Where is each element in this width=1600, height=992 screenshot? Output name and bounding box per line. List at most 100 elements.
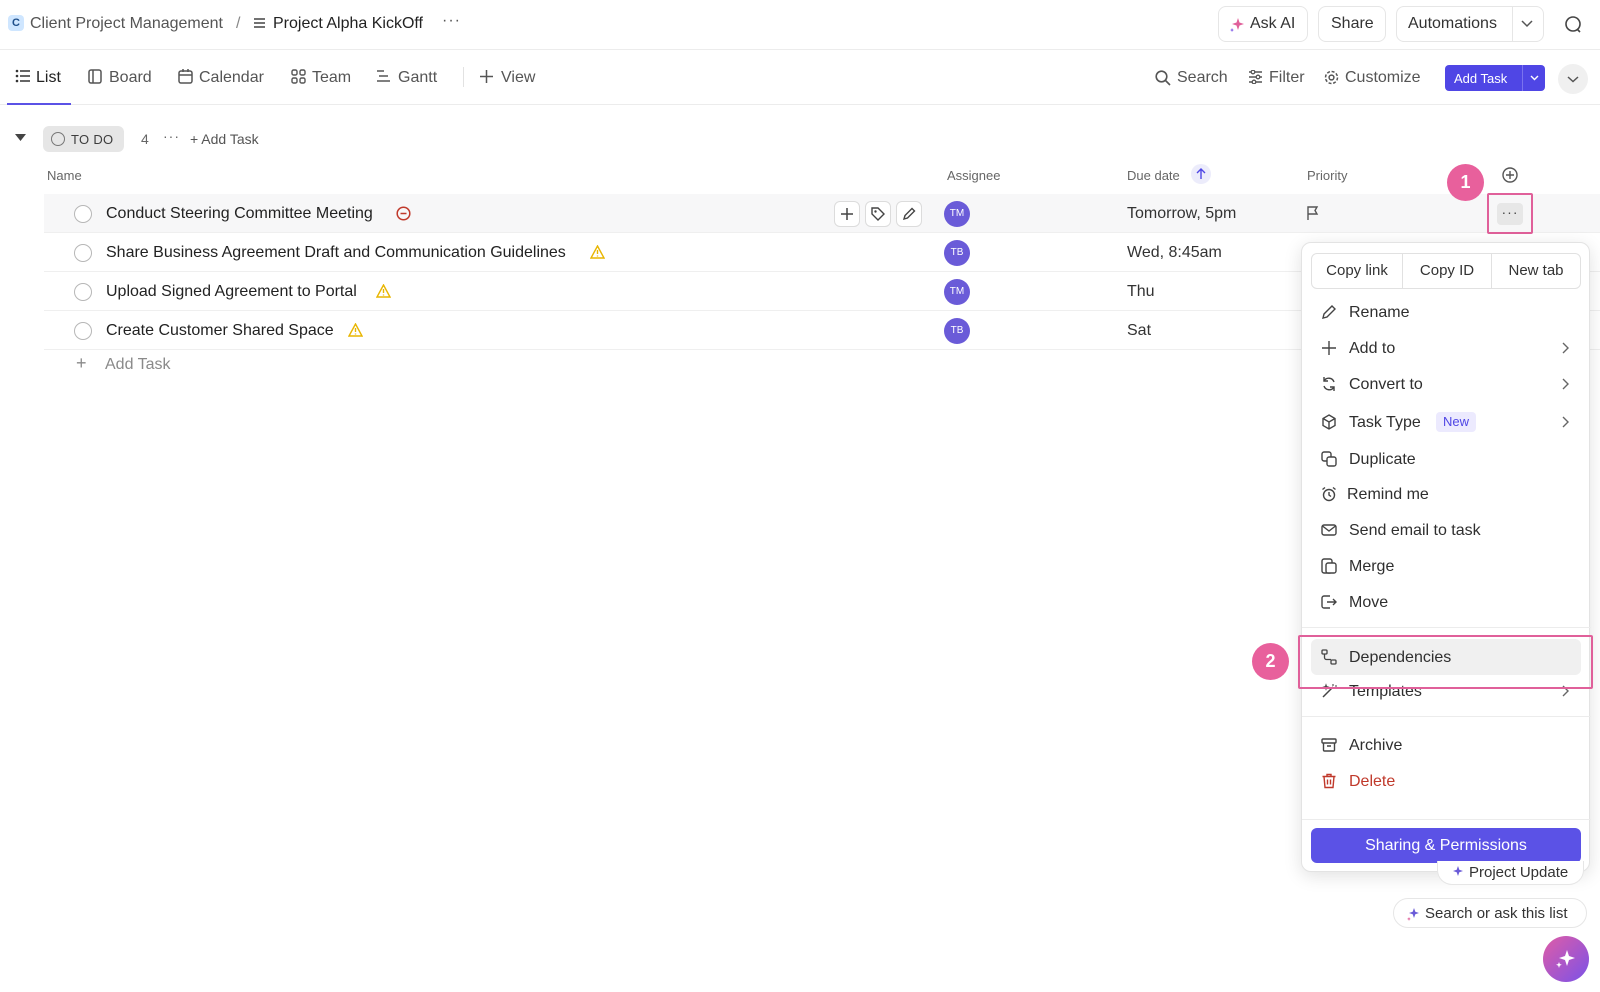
filter-button[interactable]: Filter bbox=[1248, 51, 1310, 104]
menu-item-convert-to[interactable]: Convert to bbox=[1311, 367, 1581, 401]
add-task-label: Add Task bbox=[1454, 71, 1508, 86]
sharing-permissions-button[interactable]: Sharing & Permissions bbox=[1311, 828, 1581, 863]
sparkle-icon bbox=[1230, 18, 1244, 32]
new-badge: New bbox=[1436, 412, 1477, 432]
project-update-label: Project Update bbox=[1469, 864, 1569, 881]
avatar[interactable]: TM bbox=[944, 201, 970, 227]
sparkle-icon bbox=[1556, 950, 1575, 968]
tab-gantt[interactable]: Gantt bbox=[376, 51, 446, 104]
breadcrumb-list[interactable]: Project Alpha KickOff bbox=[273, 15, 423, 33]
tab-team[interactable]: Team bbox=[291, 51, 361, 104]
menu-label: Templates bbox=[1349, 683, 1422, 700]
automations-divider bbox=[1512, 7, 1513, 41]
step-badge-1: 1 bbox=[1447, 164, 1484, 201]
chevron-right-icon bbox=[1562, 342, 1569, 354]
project-update-chip[interactable]: Project Update bbox=[1437, 861, 1584, 885]
due-date[interactable]: Thu bbox=[1127, 283, 1155, 301]
sparkle-icon bbox=[1453, 866, 1463, 876]
menu-item-task-type[interactable]: Task Type New bbox=[1311, 405, 1581, 439]
menu-label: Remind me bbox=[1347, 486, 1429, 503]
avatar[interactable]: TB bbox=[944, 318, 970, 344]
task-name[interactable]: Share Business Agreement Draft and Commu… bbox=[106, 244, 566, 262]
column-priority[interactable]: Priority bbox=[1307, 168, 1347, 183]
group-add-task-button[interactable]: + Add Task bbox=[190, 131, 259, 147]
plus-icon bbox=[480, 70, 493, 83]
automations-button[interactable]: Automations bbox=[1396, 6, 1544, 42]
group-more-button[interactable]: ··· bbox=[163, 128, 180, 144]
task-name[interactable]: Upload Signed Agreement to Portal bbox=[106, 283, 357, 301]
status-pill-todo[interactable]: TO DO bbox=[43, 126, 124, 152]
due-date[interactable]: Wed, 8:45am bbox=[1127, 244, 1222, 262]
menu-item-duplicate[interactable]: Duplicate bbox=[1311, 442, 1581, 476]
gear-icon bbox=[1324, 70, 1339, 85]
flag-icon[interactable] bbox=[1306, 206, 1320, 221]
row-more-button[interactable]: ··· bbox=[1497, 203, 1523, 225]
menu-item-rename[interactable]: Rename bbox=[1311, 295, 1581, 329]
search-button[interactable]: Search bbox=[1155, 51, 1235, 104]
chevron-right-icon bbox=[1562, 416, 1569, 428]
customize-button[interactable]: Customize bbox=[1324, 51, 1436, 104]
menu-label: Dependencies bbox=[1349, 649, 1452, 666]
menu-divider bbox=[1302, 716, 1591, 717]
menu-item-archive[interactable]: Archive bbox=[1311, 728, 1581, 762]
copy-id-button[interactable]: Copy ID bbox=[1402, 254, 1491, 288]
move-icon bbox=[1321, 595, 1337, 609]
menu-item-delete[interactable]: Delete bbox=[1311, 764, 1581, 798]
ask-ai-button[interactable]: Ask AI bbox=[1218, 6, 1308, 42]
due-date[interactable]: Tomorrow, 5pm bbox=[1127, 205, 1236, 223]
tab-calendar[interactable]: Calendar bbox=[178, 51, 273, 104]
breadcrumb-more-button[interactable]: ··· bbox=[442, 12, 461, 30]
column-assignee[interactable]: Assignee bbox=[947, 168, 1000, 183]
menu-item-templates[interactable]: Templates bbox=[1311, 674, 1581, 708]
menu-item-dependencies[interactable]: Dependencies bbox=[1311, 639, 1581, 675]
search-ask-list-chip[interactable]: Search or ask this list bbox=[1393, 898, 1587, 928]
new-tab-button[interactable]: New tab bbox=[1491, 254, 1580, 288]
rename-task-button[interactable] bbox=[896, 201, 922, 227]
menu-label: Rename bbox=[1349, 304, 1410, 321]
add-task-button[interactable]: Add Task bbox=[1445, 65, 1545, 91]
column-due-date[interactable]: Due date bbox=[1127, 168, 1180, 183]
team-icon bbox=[291, 69, 306, 84]
copy-link-button[interactable]: Copy link bbox=[1312, 254, 1402, 288]
ai-assistant-button[interactable] bbox=[1543, 936, 1589, 982]
chat-icon[interactable] bbox=[1564, 15, 1582, 33]
add-subtask-button[interactable] bbox=[834, 201, 860, 227]
table-row[interactable]: Conduct Steering Committee Meeting TM To… bbox=[44, 194, 1600, 233]
chevron-down-icon[interactable] bbox=[1521, 20, 1533, 28]
task-status-checkbox[interactable] bbox=[74, 283, 92, 301]
tab-board[interactable]: Board bbox=[88, 51, 168, 104]
tab-list[interactable]: List bbox=[7, 51, 71, 105]
blocked-icon bbox=[396, 206, 411, 221]
menu-item-remind-me[interactable]: Remind me bbox=[1311, 477, 1581, 511]
sort-ascending-button[interactable] bbox=[1191, 164, 1211, 184]
avatar[interactable]: TB bbox=[944, 240, 970, 266]
menu-item-merge[interactable]: Merge bbox=[1311, 549, 1581, 583]
menu-item-move[interactable]: Move bbox=[1311, 585, 1581, 619]
add-tag-button[interactable] bbox=[865, 201, 891, 227]
add-column-icon[interactable] bbox=[1502, 167, 1518, 183]
task-name[interactable]: Conduct Steering Committee Meeting bbox=[106, 205, 373, 223]
list-view-icon bbox=[15, 69, 30, 83]
due-date[interactable]: Sat bbox=[1127, 322, 1151, 340]
task-name[interactable]: Create Customer Shared Space bbox=[106, 322, 334, 340]
menu-item-send-email[interactable]: Send email to task bbox=[1311, 513, 1581, 547]
pencil-icon bbox=[902, 207, 916, 221]
collapse-triangle-icon[interactable] bbox=[15, 134, 26, 142]
menu-label: Duplicate bbox=[1349, 451, 1416, 468]
collapse-toolbar-button[interactable] bbox=[1558, 64, 1588, 94]
trash-icon bbox=[1322, 773, 1336, 789]
plus-icon bbox=[1322, 341, 1336, 355]
task-status-checkbox[interactable] bbox=[74, 205, 92, 223]
share-button[interactable]: Share bbox=[1318, 6, 1386, 42]
breadcrumb-workspace[interactable]: Client Project Management bbox=[30, 15, 223, 33]
menu-label: Archive bbox=[1349, 737, 1403, 754]
add-task-dropdown[interactable] bbox=[1522, 65, 1545, 91]
workspace-badge[interactable]: C bbox=[8, 15, 24, 31]
task-status-checkbox[interactable] bbox=[74, 244, 92, 262]
customize-label: Customize bbox=[1345, 69, 1421, 86]
menu-item-add-to[interactable]: Add to bbox=[1311, 331, 1581, 365]
task-status-checkbox[interactable] bbox=[74, 322, 92, 340]
avatar[interactable]: TM bbox=[944, 279, 970, 305]
add-view-button[interactable]: View bbox=[480, 51, 542, 104]
column-name[interactable]: Name bbox=[47, 168, 82, 183]
